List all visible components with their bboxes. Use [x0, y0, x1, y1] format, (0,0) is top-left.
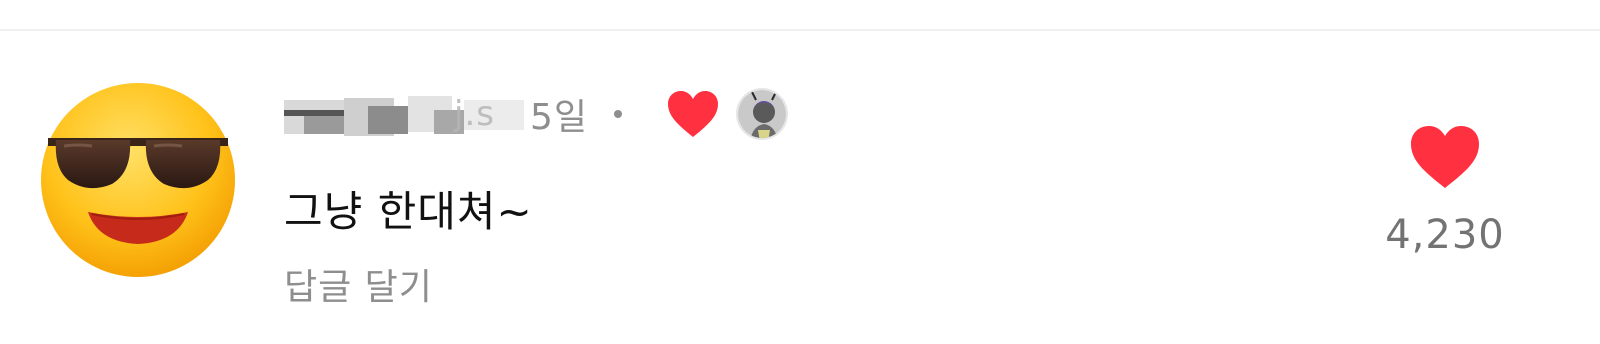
- avatar[interactable]: [38, 80, 238, 280]
- username-link[interactable]: j.s: [284, 92, 544, 136]
- creator-avatar-icon: [736, 88, 789, 140]
- heart-icon: [1411, 126, 1479, 188]
- like-count: 4,230: [1385, 212, 1505, 258]
- like-button[interactable]: [1408, 124, 1482, 190]
- comment-text: 그냥 한대쳐~: [284, 187, 533, 236]
- reply-button[interactable]: 답글 달기: [284, 258, 433, 310]
- username-suffix: j.s: [454, 94, 495, 134]
- separator-dot: [614, 110, 623, 118]
- creator-liked-heart-icon: [668, 91, 719, 137]
- comment-item: j.s 5일 그냥 한대쳐~ 답글 달기 4,230: [0, 0, 1600, 344]
- smiling-face-with-sunglasses-icon: [41, 83, 235, 277]
- comment-meta: j.s 5일: [284, 84, 789, 144]
